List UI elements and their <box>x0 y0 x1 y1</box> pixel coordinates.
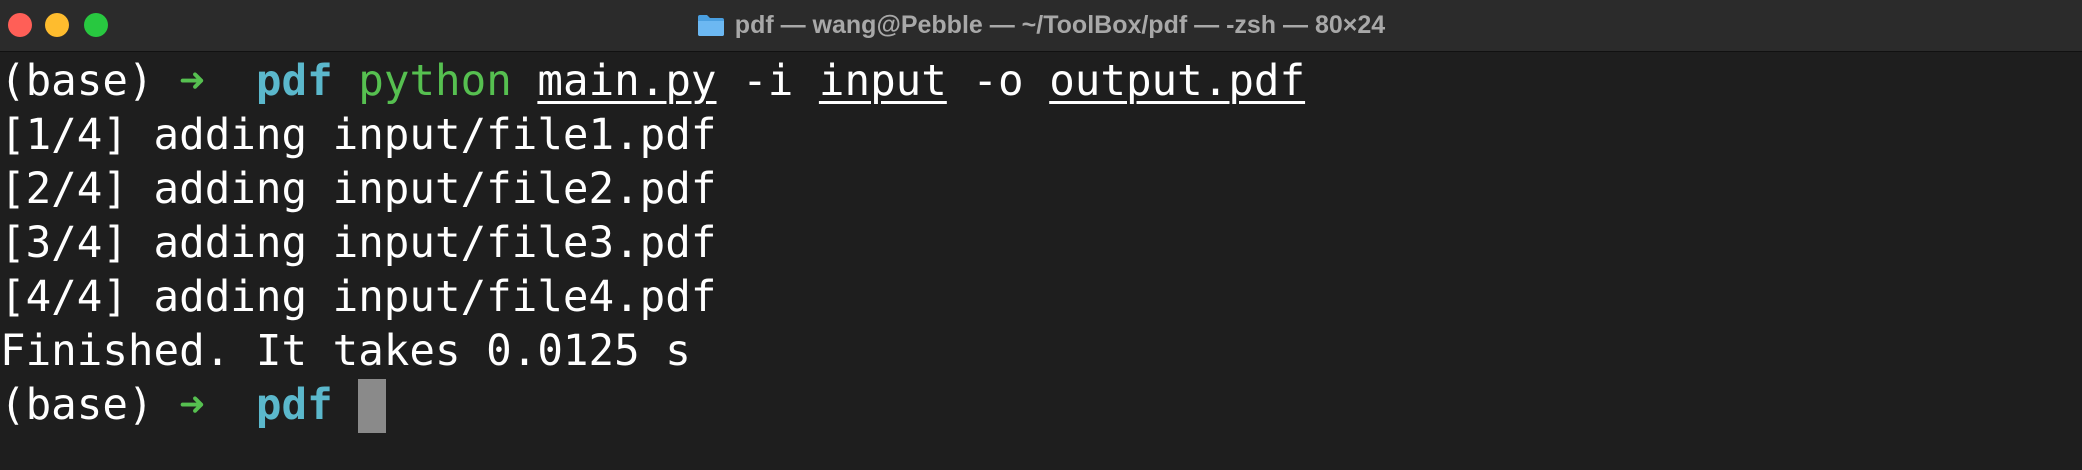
terminal-window: pdf — wang@Pebble — ~/ToolBox/pdf — -zsh… <box>0 0 2082 470</box>
folder-icon <box>697 15 724 36</box>
output-line: [2/4] adding input/file2.pdf <box>0 165 717 214</box>
title-bar[interactable]: pdf — wang@Pebble — ~/ToolBox/pdf — -zsh… <box>0 0 2082 52</box>
prompt-line: (base) ➜ pdf <box>0 379 2082 433</box>
output-line: Finished. It takes 0.0125 s <box>0 327 691 376</box>
command-arg-out: output.pdf <box>1049 57 1306 106</box>
prompt-env: (base) <box>0 57 154 106</box>
prompt-arrow-icon: ➜ <box>179 57 205 106</box>
command-flag-in: -i <box>742 57 794 106</box>
prompt-cwd: pdf <box>255 57 333 106</box>
command-flag-out: -o <box>972 57 1024 106</box>
terminal-output[interactable]: (base) ➜ pdf python main.py -i input -o … <box>0 52 2082 470</box>
output-line: [3/4] adding input/file3.pdf <box>0 219 717 268</box>
window-title-area: pdf — wang@Pebble — ~/ToolBox/pdf — -zsh… <box>0 0 2082 50</box>
command-arg-in: input <box>818 57 947 106</box>
prompt-env: (base) <box>0 381 154 430</box>
prompt-cwd: pdf <box>255 381 333 430</box>
output-line: [1/4] adding input/file1.pdf <box>0 111 717 160</box>
output-line: [4/4] adding input/file4.pdf <box>0 273 717 322</box>
text-cursor <box>358 379 387 433</box>
prompt-arrow-icon: ➜ <box>179 381 205 430</box>
command-script: main.py <box>537 57 717 106</box>
command-program: python <box>358 57 512 106</box>
window-title: pdf — wang@Pebble — ~/ToolBox/pdf — -zsh… <box>734 10 1386 39</box>
command-line: (base) ➜ pdf python main.py -i input -o … <box>0 55 2082 109</box>
